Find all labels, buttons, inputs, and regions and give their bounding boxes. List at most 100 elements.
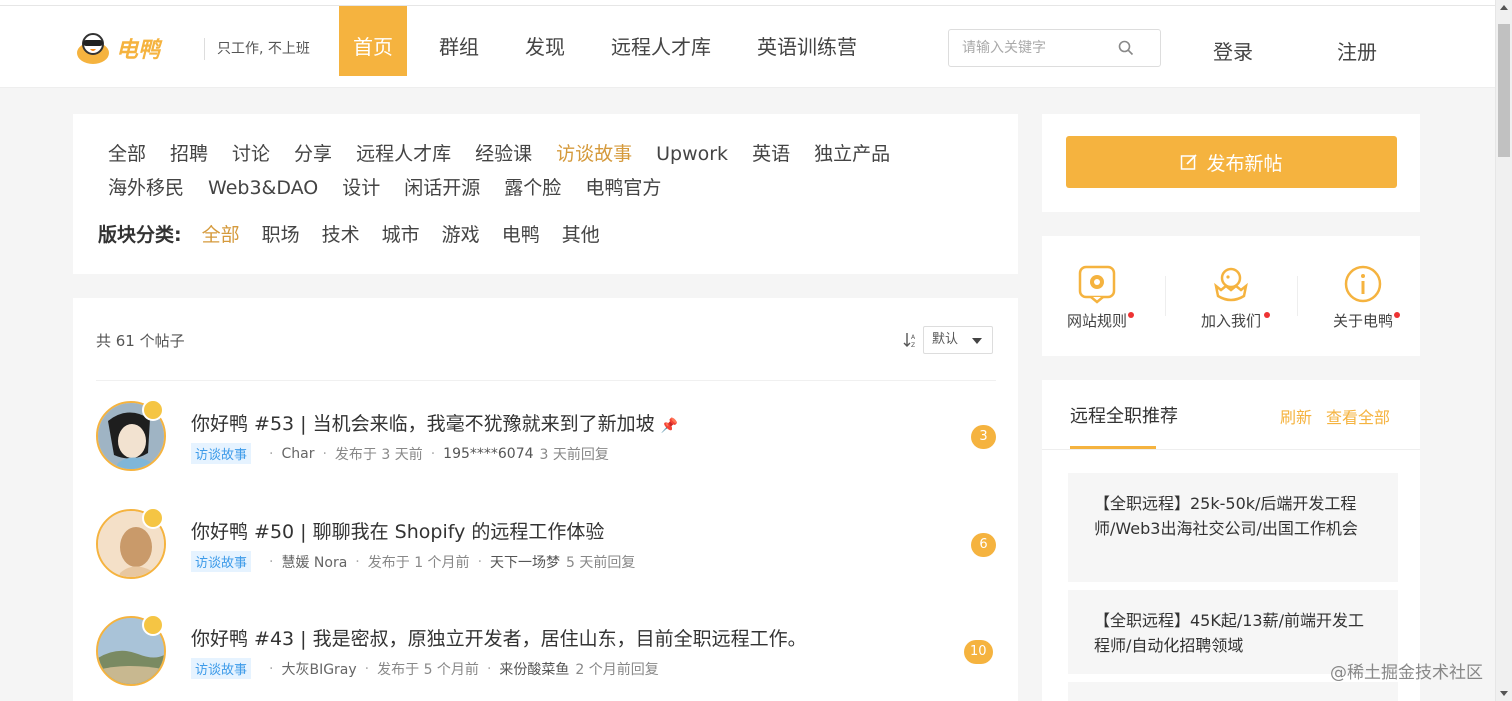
category-discussion[interactable]: 讨论 [232, 137, 270, 171]
post-meta: 访谈故事 · Char · 发布于 3 天前 · 195****6074 3 天… [191, 443, 609, 464]
post-author[interactable]: Char [281, 446, 314, 462]
publish-new-post-button[interactable]: 发布新帖 [1066, 136, 1397, 188]
category-experience-course[interactable]: 经验课 [475, 137, 532, 171]
comment-count-badge: 3 [971, 425, 996, 449]
watermark: @稀土掘金技术社区 [1330, 663, 1483, 683]
site-slogan: 只工作, 不上班 [204, 38, 310, 60]
notification-dot [1394, 312, 1400, 318]
link-label: 加入我们 [1200, 312, 1261, 330]
job-card[interactable]: 【全职远程】25k-50k/后端开发工程师/Web3出海社交公司/出国工作机会 [1068, 473, 1398, 582]
category-indie-products[interactable]: 独立产品 [814, 137, 890, 171]
category-share[interactable]: 分享 [294, 137, 332, 171]
meta-separator: · [477, 553, 483, 570]
divider [1297, 276, 1298, 316]
category-tags: 全部 招聘 讨论 分享 远程人才库 经验课 访谈故事 Upwork 英语 独立产… [108, 137, 998, 205]
post-title[interactable]: 你好鸭 #43 | 我是密叔，原独立开发者，居住山东，目前全职远程工作。 [191, 624, 807, 651]
section-workplace[interactable]: 职场 [262, 218, 300, 252]
category-talent-pool[interactable]: 远程人才库 [356, 137, 451, 171]
link-site-rules[interactable]: 网站规则 [1042, 264, 1152, 331]
page-scrollbar[interactable] [1495, 0, 1512, 701]
category-immigration[interactable]: 海外移民 [108, 171, 184, 205]
category-open-source[interactable]: 闲话开源 [404, 171, 480, 205]
link-about[interactable]: 关于电鸭 [1308, 264, 1418, 331]
meta-separator: · [322, 445, 327, 462]
job-card-partial[interactable] [1068, 682, 1398, 701]
category-all[interactable]: 全部 [108, 137, 146, 171]
publish-panel: 发布新帖 [1042, 114, 1420, 212]
post-title[interactable]: 你好鸭 #50 | 聊聊我在 Shopify 的远程工作体验 [191, 517, 604, 544]
rules-gear-icon [1077, 264, 1117, 304]
post-replier[interactable]: 来份酸菜鱼 [499, 659, 569, 679]
comment-count-badge: 10 [964, 640, 993, 664]
register-link[interactable]: 注册 [1337, 36, 1377, 65]
sort-icon[interactable]: A Z [903, 332, 917, 348]
post-author[interactable]: 大灰BIGray [281, 659, 356, 679]
post-author[interactable]: 慧媛 Nora [281, 552, 347, 572]
post-item[interactable]: 你好鸭 #53 | 当机会来临，我毫不犹豫就来到了新加坡 📌 访谈故事 · Cha… [96, 399, 996, 481]
nav-groups[interactable]: 群组 [425, 6, 493, 76]
pin-icon: 📌 [660, 418, 679, 434]
post-tag[interactable]: 访谈故事 [191, 443, 252, 464]
nav-home[interactable]: 首页 [339, 6, 407, 76]
nav-talent-pool[interactable]: 远程人才库 [597, 6, 725, 76]
scrollbar-thumb[interactable] [1498, 24, 1510, 157]
category-show-face[interactable]: 露个脸 [504, 171, 561, 205]
notification-dot [1128, 312, 1134, 318]
section-dianya[interactable]: 电鸭 [502, 218, 540, 252]
meta-separator: · [269, 660, 274, 677]
section-label: 版块分类: [98, 224, 182, 246]
search-input[interactable] [949, 30, 1109, 66]
meta-separator: · [355, 553, 360, 570]
section-tech[interactable]: 技术 [322, 218, 360, 252]
section-other[interactable]: 其他 [562, 218, 600, 252]
post-meta: 访谈故事 · 慧媛 Nora · 发布于 1 个月前 · 天下一场梦 5 天前回… [191, 551, 635, 572]
search-icon[interactable] [1118, 40, 1134, 56]
post-title-text[interactable]: 你好鸭 #53 | 当机会来临，我毫不犹豫就来到了新加坡 [191, 413, 655, 435]
post-meta: 访谈故事 · 大灰BIGray · 发布于 5 个月前 · 来份酸菜鱼 2 个月… [191, 658, 659, 679]
section-games[interactable]: 游戏 [442, 218, 480, 252]
post-published: 发布于 1 个月前 [367, 554, 470, 571]
scroll-down-icon[interactable] [1500, 691, 1508, 696]
svg-text:Z: Z [911, 342, 915, 348]
sort-control: A Z 默认 [903, 326, 993, 354]
meta-separator: · [486, 660, 492, 677]
post-replier[interactable]: 195****6074 [443, 446, 533, 462]
category-hiring[interactable]: 招聘 [170, 137, 208, 171]
meta-separator: · [430, 445, 436, 462]
section-all[interactable]: 全部 [202, 218, 240, 252]
nav-english-camp[interactable]: 英语训练营 [743, 6, 871, 76]
post-item[interactable]: 你好鸭 #50 | 聊聊我在 Shopify 的远程工作体验 访谈故事 · 慧媛… [96, 507, 996, 589]
category-interviews[interactable]: 访谈故事 [556, 137, 632, 171]
post-list-panel: 共 61 个帖子 A Z 默认 你好鸭 #53 | 当机会来临，我毫不犹豫就来到… [73, 298, 1018, 701]
svg-text:A: A [911, 334, 916, 341]
scroll-up-icon[interactable] [1500, 5, 1508, 10]
list-divider [96, 380, 996, 381]
refresh-link[interactable]: 刷新 [1280, 404, 1312, 428]
post-tag[interactable]: 访谈故事 [191, 658, 252, 679]
publish-button-label: 发布新帖 [1206, 152, 1283, 175]
quick-links-panel: 网站规则 加入我们 关于电鸭 [1042, 236, 1420, 356]
meta-separator: · [269, 553, 274, 570]
site-logo[interactable]: 电鸭 [74, 30, 178, 66]
category-web3[interactable]: Web3&DAO [208, 171, 318, 205]
comment-count-badge: 6 [971, 533, 996, 557]
post-replier[interactable]: 天下一场梦 [490, 552, 560, 572]
category-official[interactable]: 电鸭官方 [585, 171, 661, 205]
link-join-us[interactable]: 加入我们 [1176, 264, 1286, 331]
category-upwork[interactable]: Upwork [656, 137, 728, 171]
post-item[interactable]: 你好鸭 #43 | 我是密叔，原独立开发者，居住山东，目前全职远程工作。 访谈故… [96, 614, 996, 696]
category-design[interactable]: 设计 [342, 171, 380, 205]
sort-select[interactable]: 默认 [923, 326, 993, 354]
post-title[interactable]: 你好鸭 #53 | 当机会来临，我毫不犹豫就来到了新加坡 📌 [191, 409, 678, 436]
duck-hatching-icon [1211, 264, 1251, 304]
login-link[interactable]: 登录 [1213, 36, 1253, 65]
category-english[interactable]: 英语 [752, 137, 790, 171]
section-city[interactable]: 城市 [382, 218, 420, 252]
post-replied: 3 天前回复 [539, 446, 609, 463]
category-filter-panel: 全部 招聘 讨论 分享 远程人才库 经验课 访谈故事 Upwork 英语 独立产… [73, 114, 1018, 274]
nav-discover[interactable]: 发现 [511, 6, 579, 76]
verified-duck-icon [142, 399, 164, 421]
job-recommendation-panel: 远程全职推荐 刷新 查看全部 【全职远程】25k-50k/后端开发工程师/Web… [1042, 380, 1420, 701]
view-all-link[interactable]: 查看全部 [1326, 404, 1390, 428]
post-tag[interactable]: 访谈故事 [191, 551, 252, 572]
